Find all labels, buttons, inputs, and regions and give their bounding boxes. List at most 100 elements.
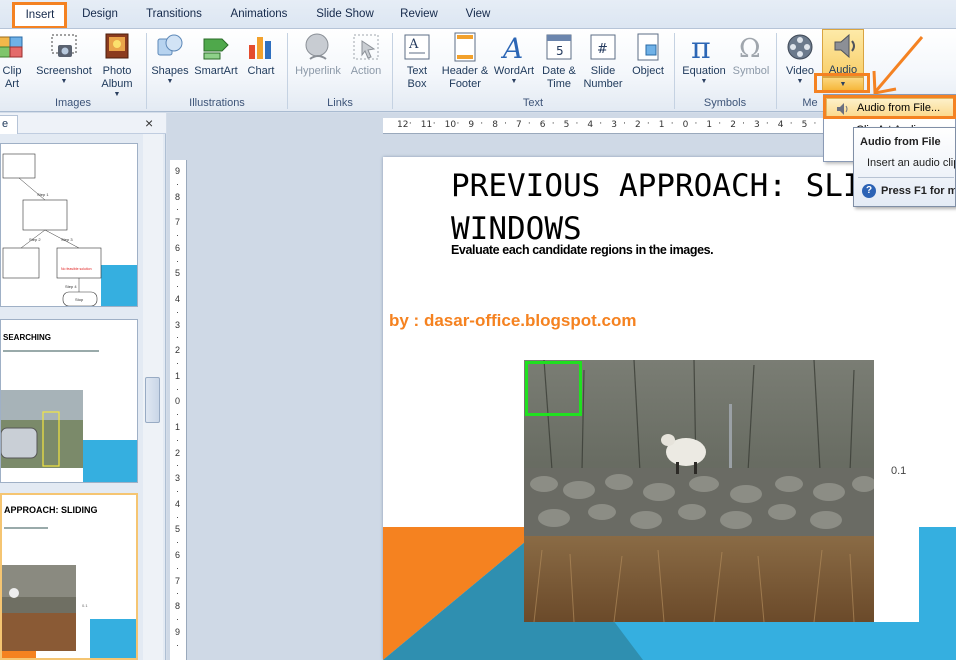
audio-button[interactable]: Audio — [822, 29, 864, 77]
ruler-tick-label: 10 — [444, 120, 457, 130]
slides-panel-header: e × — [0, 113, 166, 134]
flowchart-stop-label: Stop — [75, 297, 84, 302]
shapes-button[interactable]: Shapes ▼ — [150, 31, 190, 86]
slide-thumbnail-3-selected[interactable]: APPROACH: SLIDING 0.1 — [0, 493, 138, 660]
pi-equation-icon: π — [691, 31, 711, 63]
ruler-tick-label: 0 — [682, 120, 689, 130]
wordart-icon: A — [500, 32, 523, 63]
hyperlink-label: Hyperlink — [295, 65, 341, 77]
screenshot-label: Screenshot — [36, 65, 92, 77]
text-box-button[interactable]: A Text Box — [396, 31, 438, 91]
tab-animations[interactable]: Animations — [222, 6, 296, 23]
tab-slide-show[interactable]: Slide Show — [308, 6, 382, 23]
ruler-tick-label: 8 — [175, 191, 181, 202]
svg-text:π: π — [691, 31, 711, 63]
ruler-tick-mark: · — [504, 119, 507, 129]
header-footer-button[interactable]: Header & Footer — [438, 31, 492, 91]
ruler-tick-mark: · — [765, 119, 769, 129]
ruler-tick-label: 5 — [175, 524, 181, 535]
ruler-tick-label: 2 — [175, 447, 181, 458]
ruler-tick-label: 3 — [611, 120, 617, 130]
outline-tab[interactable]: e — [0, 115, 18, 134]
shapes-icon — [157, 34, 183, 56]
equation-button[interactable]: π Equation ▼ — [678, 31, 730, 86]
ruler-tick-mark: · — [480, 119, 484, 129]
photo-album-button[interactable]: Photo Album ▼ — [94, 31, 140, 99]
group-label-links: Links — [327, 97, 353, 109]
ruler-tick-mark: · — [176, 178, 179, 189]
action-button[interactable]: Action — [346, 31, 386, 78]
flowchart-step-label: Step 2 — [29, 237, 41, 242]
date-time-button[interactable]: 5 Date & Time — [540, 31, 578, 91]
slide-credit-watermark: by : dasar-office.blogspot.com — [389, 311, 637, 330]
chart-button[interactable]: Chart — [242, 31, 280, 78]
slides-panel: e × Step 1 Step 2 Step 3 Step 4 Stop No … — [0, 113, 166, 660]
ruler-tick-mark: · — [623, 119, 626, 129]
header-footer-label: Header & Footer — [441, 65, 489, 90]
object-label: Object — [632, 65, 664, 77]
ribbon-insert: Clip Art Screenshot ▼ Photo Album ▼ Imag… — [0, 28, 956, 112]
chart-icon — [249, 37, 271, 59]
ruler-tick-label: 0 — [175, 396, 181, 407]
slide-number-label: Slide Number — [583, 65, 623, 90]
tab-review[interactable]: Review — [394, 6, 444, 23]
smartart-button[interactable]: SmartArt — [192, 31, 240, 78]
ruler-tick-mark: · — [176, 281, 179, 292]
ruler-tick-label: 2 — [730, 120, 736, 130]
clip-art-button[interactable]: Clip Art — [0, 31, 26, 91]
symbol-button[interactable]: Ω Symbol — [730, 31, 772, 78]
slide-number-icon: # — [590, 34, 616, 60]
scrollbar-thumb[interactable] — [145, 377, 160, 423]
screenshot-button[interactable]: Screenshot ▼ — [32, 31, 96, 86]
ruler-tick-mark: · — [176, 358, 179, 368]
svg-text:A: A — [500, 32, 523, 63]
close-panel-icon[interactable]: × — [145, 115, 153, 131]
wordart-button[interactable]: A WordArt ▼ — [490, 31, 538, 86]
film-reel-icon — [787, 34, 813, 60]
omega-symbol-icon: Ω — [739, 34, 761, 63]
help-question-icon: ? — [862, 184, 876, 198]
action-icon — [353, 34, 379, 60]
searching-slide-thumbnail: SEARCHING — [1, 333, 137, 482]
object-button[interactable]: Object — [628, 31, 668, 78]
sliding-window-green-box — [525, 361, 582, 416]
tab-view[interactable]: View — [456, 6, 500, 23]
ruler-tick-mark: · — [432, 119, 436, 129]
flowchart-diagram-thumbnail: Step 1 Step 2 Step 3 Step 4 Stop No feas… — [1, 144, 137, 306]
slide-canvas[interactable]: PREVIOUS APPROACH: SLIDING WINDOWS Evalu… — [383, 157, 956, 660]
tab-transitions[interactable]: Transitions — [138, 6, 210, 23]
ruler-tick-label: 4 — [777, 120, 784, 130]
slide-thumbnail-1[interactable]: Step 1 Step 2 Step 3 Step 4 Stop No feas… — [0, 143, 138, 307]
group-separator — [674, 33, 675, 109]
insert-tab-highlight-box — [12, 2, 67, 29]
action-label: Action — [350, 65, 382, 77]
sliding-window-slide-thumbnail: APPROACH: SLIDING 0.1 — [2, 505, 136, 658]
ruler-tick-label: 5 — [801, 120, 808, 130]
group-separator — [776, 33, 777, 109]
ruler-tick-mark: · — [408, 119, 412, 129]
ruler-tick-mark: · — [718, 119, 722, 129]
ruler-tick-mark: · — [694, 119, 698, 129]
ruler-tick-mark: · — [176, 409, 179, 420]
slide-thumbnail-2[interactable]: SEARCHING — [0, 319, 138, 483]
group-separator — [287, 33, 288, 109]
screenshot-dropdown-arrow: ▼ — [60, 78, 68, 85]
ruler-tick-label: 1 — [706, 120, 713, 130]
vertical-ruler: 9 · 8 · 7 · 6 · 5 · 4 · 3 · 2 · 1 · 0 · 1 · 2 · 3 · 4 · 5 · 6 · 7 · 8 · 9 · — [170, 160, 187, 660]
hyperlink-button[interactable]: Hyperlink — [290, 31, 346, 78]
object-icon — [637, 33, 659, 61]
chart-label: Chart — [247, 65, 275, 77]
shapes-dropdown-arrow: ▼ — [166, 78, 174, 85]
ruler-tick-label: 4 — [587, 120, 594, 130]
slide-subtitle[interactable]: Evaluate each candidate regions in the i… — [451, 243, 714, 257]
slide-number-button[interactable]: # Slide Number — [580, 31, 626, 91]
tab-design[interactable]: Design — [74, 6, 126, 23]
ruler-tick-mark: · — [176, 460, 179, 471]
ruler-tick-mark: · — [176, 383, 179, 394]
date-time-label: Date & Time — [542, 65, 576, 90]
ruler-tick-label: 7 — [516, 120, 522, 130]
photo-album-label: Photo Album — [101, 65, 133, 90]
thumbnail-title: APPROACH: SLIDING — [4, 505, 98, 515]
ruler-tick-mark: · — [575, 119, 579, 129]
text-box-icon: A — [404, 34, 430, 60]
